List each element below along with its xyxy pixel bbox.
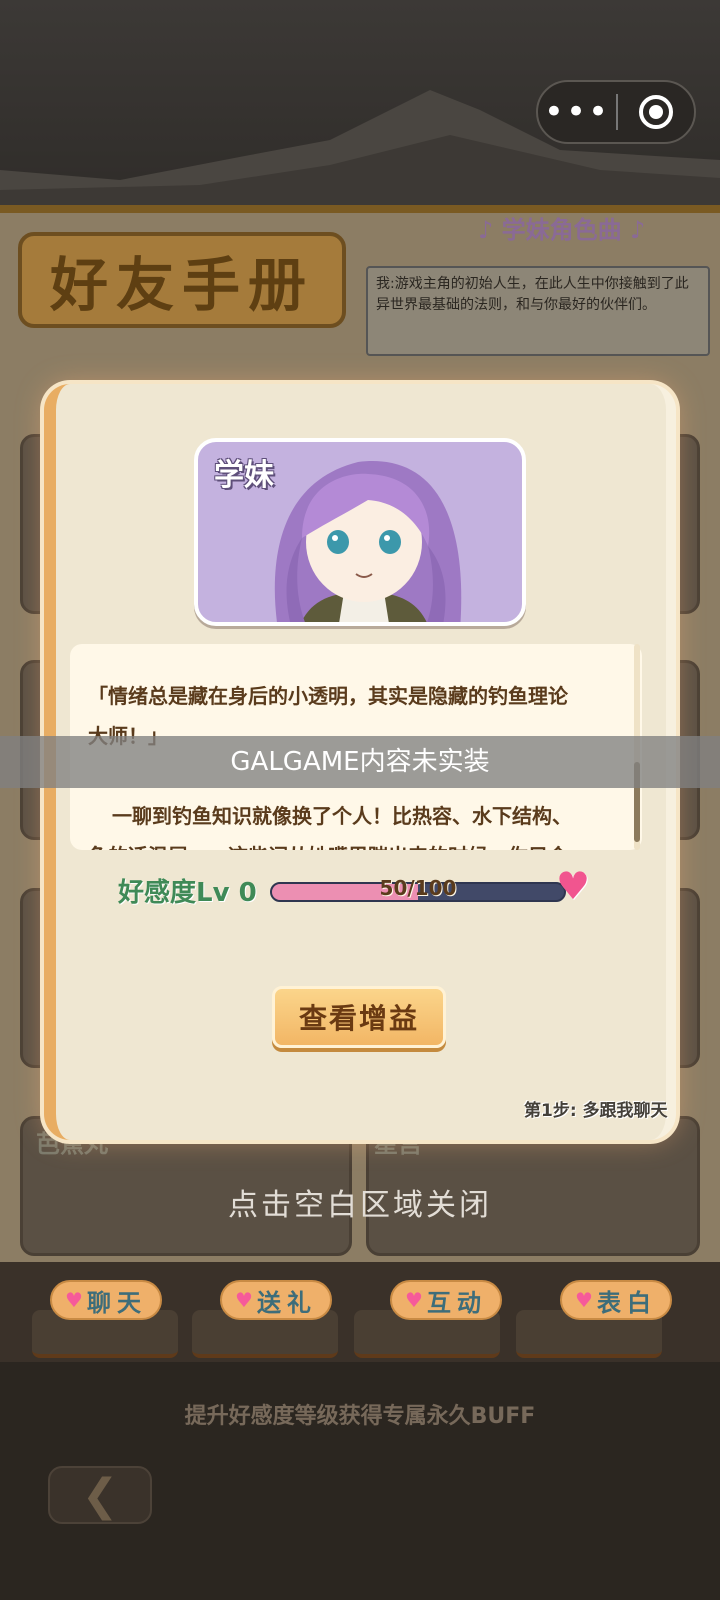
more-button[interactable]: •••	[538, 82, 616, 142]
interact-button[interactable]: ♥ 互动	[390, 1280, 502, 1320]
character-portrait: 学妹	[194, 438, 526, 626]
close-hint[interactable]: 点击空白区域关闭	[0, 1180, 720, 1224]
book-title: 好友手册	[18, 232, 346, 328]
chat-label: 聊天	[86, 1288, 147, 1317]
step-hint: 第1步: 多跟我聊天	[524, 1101, 668, 1121]
not-implemented-banner: GALGAME内容未实装	[0, 736, 720, 788]
heart-icon: ♥	[235, 1288, 253, 1312]
heart-icon: ♥	[65, 1288, 83, 1312]
heart-icon: ♥	[575, 1288, 593, 1312]
heart-icon: ♥	[405, 1288, 423, 1312]
confess-label: 表白	[596, 1288, 657, 1317]
chevron-left-icon: ❮	[81, 1469, 119, 1521]
exit-button[interactable]	[618, 82, 694, 142]
buff-note: 提升好感度等级获得专属永久BUFF	[184, 1404, 536, 1429]
gift-label: 送礼	[256, 1288, 317, 1317]
intro-text: 我:游戏主角的初始人生，在此人生中你接触到了此异世界最基础的法则，和与你最好的伙…	[366, 266, 710, 356]
description-line: 鱼的适温层……这些词从她嘴里蹦出来的时候，你只会	[88, 836, 626, 850]
target-icon	[639, 95, 673, 129]
affinity-progress-text: 50/100	[379, 876, 457, 900]
more-dots-icon: •••	[543, 92, 611, 132]
gift-button[interactable]: ♥ 送礼	[220, 1280, 332, 1320]
view-buff-button[interactable]: 查看增益	[272, 986, 446, 1048]
character-song-link[interactable]: ♪ 学妹角色曲 ♪	[478, 210, 708, 246]
heart-icon: ♥	[556, 864, 591, 908]
back-button[interactable]: ❮	[48, 1466, 152, 1524]
affinity-level-label: 好感度Lv 0	[118, 878, 257, 908]
confess-button[interactable]: ♥ 表白	[560, 1280, 672, 1320]
chat-button[interactable]: ♥ 聊天	[50, 1280, 162, 1320]
character-name: 学妹	[214, 458, 274, 493]
description-line: 一聊到钓鱼知识就像换了个人！比热容、水下结构、	[112, 804, 572, 828]
system-capsule: •••	[536, 80, 696, 144]
description-line: 「情绪总是藏在身后的小透明，其实是隐藏的钓鱼理论	[88, 684, 568, 708]
interact-label: 互动	[426, 1288, 487, 1317]
